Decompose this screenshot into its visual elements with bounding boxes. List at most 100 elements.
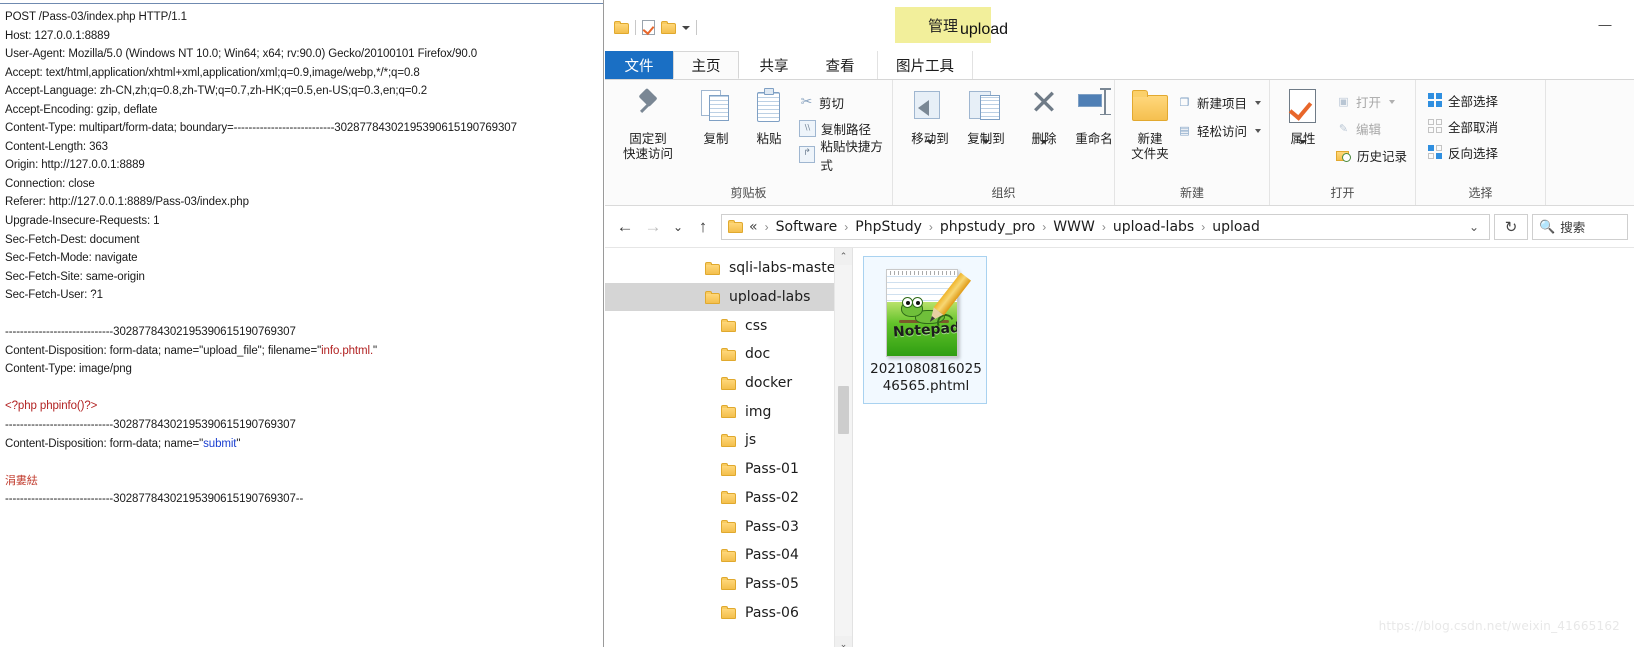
tree-item-pass-06[interactable]: Pass-06 [605,598,852,627]
tab-picture-tools[interactable]: 图片工具 [877,51,973,79]
tree-item-upload-labs[interactable]: upload-labs [605,282,852,312]
select-all-icon [1428,93,1443,108]
paste-shortcut-button[interactable]: ↱ 粘贴快捷方式 [799,139,892,173]
file-explorer-window[interactable]: 管理 upload — 文件 主页 共享 查看 图片工具 固定到 快速访问 复制… [604,0,1634,647]
back-button[interactable]: ← [611,214,639,240]
tree-item-pass-02[interactable]: Pass-02 [605,484,852,513]
explorer-title-bar[interactable]: 管理 upload — [605,7,1634,51]
ribbon-group-select: 全部选择 全部取消 反向选择 选择 [1416,80,1546,205]
chevron-down-icon[interactable] [1255,100,1262,105]
breadcrumb-item-www[interactable]: WWW [1053,219,1095,235]
cut-button[interactable]: ✂ 剪切 [799,92,844,113]
http-request-line: Accept: text/html,application/xhtml+xml,… [5,66,420,79]
new-item-icon: ❐ [1179,96,1190,109]
tree-item-label: img [745,403,772,420]
http-request-line: User-Agent: Mozilla/5.0 (Windows NT 10.0… [5,48,478,61]
chevron-down-icon[interactable] [1389,99,1396,104]
tab-share[interactable]: 共享 [741,51,807,79]
tree-item-docker[interactable]: docker [605,369,852,398]
breadcrumb-item-upload-labs[interactable]: upload-labs [1113,219,1194,235]
history-button[interactable]: 历史记录 [1336,145,1407,166]
file-list-pane[interactable]: Notepad++ 202108081602546565.phtml [853,248,1634,647]
folder-icon[interactable] [614,21,629,34]
tab-file[interactable]: 文件 [605,51,673,79]
edit-button[interactable]: ✎ 编辑 [1336,118,1381,139]
breadcrumb[interactable]: « › Software › PhpStudy › phpstudy_pro ›… [721,213,1490,240]
move-to-button[interactable]: 移动到 [901,88,959,146]
ribbon-tab-strip[interactable]: 文件 主页 共享 查看 图片工具 [605,51,1634,80]
select-none-button[interactable]: 全部取消 [1428,116,1498,137]
window-controls[interactable]: — [1582,13,1628,35]
up-button[interactable]: ↑ [689,214,717,240]
scroll-down-arrow-icon[interactable]: ⌄ [835,636,852,647]
search-placeholder: 搜索 [1560,220,1586,235]
http-request-line: Accept-Encoding: gzip, deflate [5,103,158,116]
easy-access-button[interactable]: ▤ 轻松访问 [1177,120,1262,141]
navigation-tree[interactable]: sqli-labs-master upload-labs css doc docker i… [605,248,853,647]
invert-selection-button[interactable]: 反向选择 [1428,142,1498,163]
new-folder-button[interactable]: 新建 文件夹 [1121,88,1179,161]
select-all-button[interactable]: 全部选择 [1428,90,1498,111]
http-request-line: 涓婁紶 [5,473,38,487]
scroll-up-arrow-icon[interactable]: ⌃ [835,248,852,265]
quick-access-toolbar[interactable] [614,20,697,35]
copy-to-icon [957,88,1015,128]
folder-icon[interactable] [661,21,676,34]
copy-button[interactable]: 复制 [687,88,745,146]
tree-item-doc[interactable]: doc [605,340,852,369]
pin-to-quick-access-button[interactable]: 固定到 快速访问 [613,88,683,161]
breadcrumb-item-phpstudy[interactable]: PhpStudy [855,219,922,235]
copy-to-button[interactable]: 复制到 [957,88,1015,146]
tab-view[interactable]: 查看 [807,51,873,79]
tree-scrollbar[interactable]: ⌃ ⌄ [834,248,852,647]
ribbon-group-organize: 移动到 复制到 ✕ 删除 重命名 组织 [893,80,1115,205]
new-item-button[interactable]: ❐ 新建项目 [1177,92,1262,113]
select-none-icon [1428,119,1443,134]
scrollbar-thumb[interactable] [838,386,849,434]
open-button[interactable]: ▣ 打开 [1336,91,1396,112]
properties-button[interactable]: 属性 [1274,88,1332,146]
chevron-down-icon[interactable] [982,140,990,144]
ribbon-body[interactable]: 固定到 快速访问 复制 粘贴 ✂ 剪切 \\ 复制路径 ↱ 粘贴快捷方式 剪贴板… [605,80,1634,206]
folder-icon [721,548,736,562]
http-request-line: Connection: close [5,177,95,190]
breadcrumb-overflow[interactable]: « [749,219,758,235]
breadcrumb-item-software[interactable]: Software [776,219,838,235]
properties-check-icon[interactable] [642,20,655,35]
ribbon-group-open: 属性 ▣ 打开 ✎ 编辑 历史记录 打开 [1270,80,1416,205]
tree-item-sqli-labs-master[interactable]: sqli-labs-master [605,254,852,283]
tree-item-pass-04[interactable]: Pass-04 [605,541,852,570]
recent-locations-button[interactable]: ⌄ [667,214,689,240]
paste-button[interactable]: 粘贴 [740,88,798,146]
paste-label: 粘贴 [756,131,782,146]
minimize-button[interactable]: — [1582,13,1628,35]
qat-separator [696,20,697,35]
chevron-down-icon[interactable] [1299,140,1307,144]
refresh-button[interactable]: ↻ [1494,213,1528,240]
tree-item-pass-03[interactable]: Pass-03 [605,512,852,541]
http-request-line: Content-Type: image/png [5,363,132,376]
http-request-line: -----------------------------30287784302… [5,326,296,339]
chevron-down-icon[interactable] [682,25,690,30]
breadcrumb-item-phpstudy-pro[interactable]: phpstudy_pro [940,219,1035,235]
http-request-pane[interactable]: POST /Pass-03/index.php HTTP/1.1 Host: 12… [0,0,604,647]
tree-item-img[interactable]: img [605,397,852,426]
http-request-text[interactable]: POST /Pass-03/index.php HTTP/1.1 Host: 12… [0,4,603,509]
search-input[interactable]: 🔍 搜索 [1532,213,1628,240]
forward-button[interactable]: → [639,214,667,240]
window-title: upload [960,21,1009,38]
chevron-down-icon[interactable] [1040,140,1048,144]
address-bar[interactable]: ← → ⌄ ↑ « › Software › PhpStudy › phpstu… [605,206,1634,248]
tree-item-css[interactable]: css [605,311,852,340]
tree-item-pass-05[interactable]: Pass-05 [605,570,852,599]
tree-item-js[interactable]: js [605,426,852,455]
breadcrumb-item-upload[interactable]: upload [1212,219,1260,235]
tree-item-pass-01[interactable]: Pass-01 [605,455,852,484]
tab-home[interactable]: 主页 [673,51,739,79]
chevron-down-icon[interactable] [926,140,934,144]
chevron-down-icon[interactable] [1255,128,1262,133]
file-item[interactable]: Notepad++ 202108081602546565.phtml [863,256,987,404]
breadcrumb-dropdown-icon[interactable]: ⌄ [1465,220,1483,234]
history-label: 历史记录 [1357,149,1408,164]
http-request-line: Accept-Language: zh-CN,zh;q=0.8,zh-TW;q=… [5,85,428,98]
